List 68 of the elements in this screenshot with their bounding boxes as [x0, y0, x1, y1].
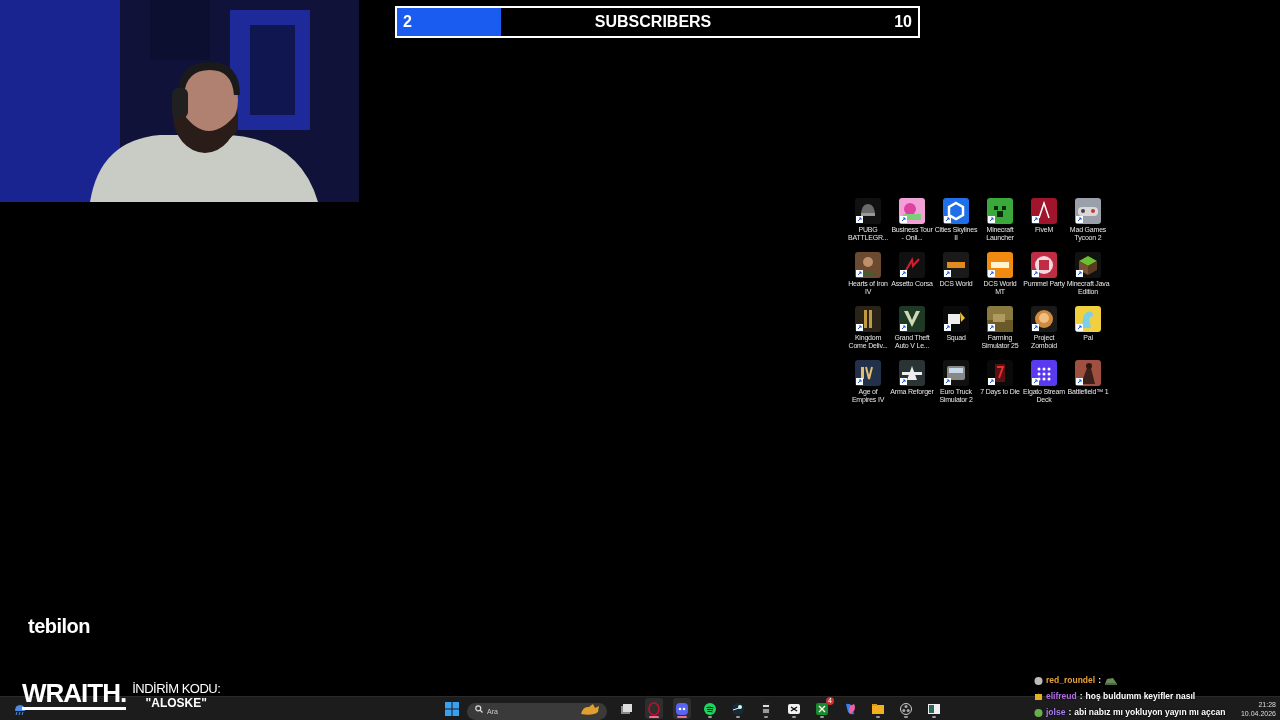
running-indicator [764, 716, 768, 718]
app-icon [675, 701, 689, 716]
goal-target: 10 [894, 13, 912, 31]
running-indicator [820, 716, 824, 718]
chat-message: hoş buldumm keyifler nasıl [1085, 691, 1196, 701]
running-indicator [677, 716, 687, 718]
chat-username: jolse [1046, 707, 1066, 717]
running-indicator [876, 716, 880, 718]
app-icon [1075, 198, 1101, 224]
taskbar-app[interactable] [673, 698, 691, 719]
crown-badge-icon [1034, 691, 1043, 701]
search-icon [475, 704, 483, 713]
app-icon [943, 360, 969, 386]
app-icon [855, 306, 881, 332]
running-indicator [904, 716, 908, 718]
app-icon [899, 252, 925, 278]
sponsor-logo: tebilon [28, 615, 91, 638]
app-icon [1075, 252, 1101, 278]
chat-separator: : [1068, 707, 1072, 717]
app-icon [647, 701, 661, 716]
chat-separator: : [1079, 691, 1083, 701]
start-button[interactable] [445, 701, 459, 716]
app-icon [987, 360, 1013, 386]
app-icon [943, 306, 969, 332]
cat-icon [579, 701, 601, 716]
app-icon [987, 252, 1013, 278]
promo-code: "ALOSKE" [145, 696, 207, 710]
chat-message: abi nabız mı yokluyon yayın mı açcan [1074, 707, 1226, 717]
app-icon [943, 252, 969, 278]
app-icon [1031, 252, 1057, 278]
chat-username: red_roundel [1046, 675, 1096, 685]
app-icon [899, 360, 925, 386]
app-icon [855, 198, 881, 224]
app-icon [1031, 198, 1057, 224]
app-icon [815, 701, 829, 716]
badge-icon [1034, 707, 1043, 717]
running-indicator [649, 716, 659, 718]
app-icon [899, 198, 925, 224]
app-icon [843, 701, 857, 716]
app-icon [759, 701, 773, 716]
emote-icon [1103, 675, 1118, 685]
goal-current: 2 [403, 13, 412, 31]
running-indicator [932, 716, 936, 718]
app-icon [1075, 306, 1101, 332]
app-icon [1031, 306, 1057, 332]
app-icon [943, 198, 969, 224]
running-indicator [792, 716, 796, 718]
app-icon [855, 360, 881, 386]
chat-username: elifreud [1046, 691, 1077, 701]
app-icon [731, 701, 745, 716]
app-icon [899, 306, 925, 332]
app-icon [1031, 360, 1057, 386]
app-icon [899, 701, 913, 716]
app-icon [855, 252, 881, 278]
app-icon [987, 198, 1013, 224]
app-icon [927, 701, 941, 716]
app-icon [1075, 360, 1101, 386]
badge-icon [1034, 675, 1043, 685]
app-icon [871, 701, 885, 716]
chat-separator: : [1098, 675, 1101, 685]
goal-label: SUBSCRIBERS [594, 13, 712, 31]
promo-label: İNDİRİM KODU: [132, 682, 221, 696]
app-icon [787, 701, 801, 716]
running-indicator [736, 716, 740, 718]
app-icon [703, 701, 717, 716]
running-indicator [708, 716, 712, 718]
app-icon [987, 306, 1013, 332]
app-icon [619, 701, 633, 716]
